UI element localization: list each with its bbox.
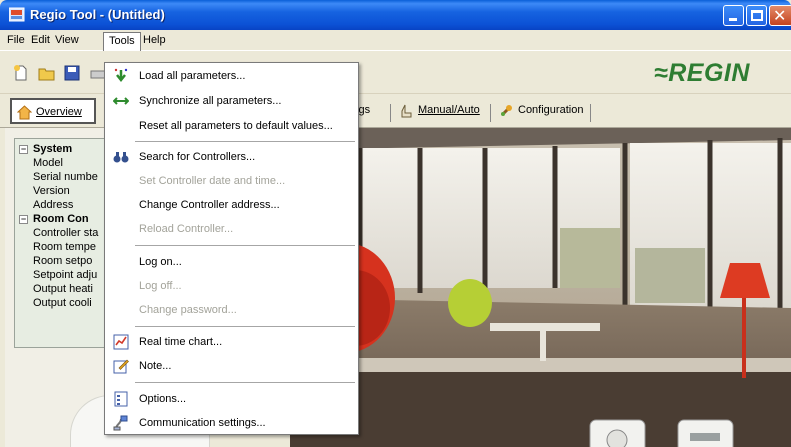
title-bar[interactable]: Regio Tool - (Untitled) ✕ bbox=[0, 0, 791, 30]
options-icon bbox=[114, 391, 128, 407]
tree-group-system[interactable]: − System bbox=[19, 142, 72, 156]
menu-separator bbox=[135, 382, 355, 383]
menu-help[interactable]: Help bbox=[138, 32, 171, 49]
interior-scene bbox=[290, 128, 791, 447]
tree-item-room-temperature[interactable]: Room tempe bbox=[33, 240, 96, 254]
communication-icon bbox=[113, 415, 128, 431]
new-icon[interactable] bbox=[12, 64, 30, 82]
tab-separator bbox=[390, 104, 391, 122]
minimize-button[interactable] bbox=[723, 5, 744, 26]
menu-separator bbox=[135, 326, 355, 327]
note-icon bbox=[113, 359, 129, 374]
menu-change-controller-address[interactable]: Change Controller address... bbox=[105, 194, 358, 216]
menu-note[interactable]: Note... bbox=[105, 355, 358, 377]
chart-icon bbox=[113, 334, 129, 350]
download-arrow-icon bbox=[114, 68, 128, 83]
minimize-icon bbox=[729, 18, 737, 21]
tree-item-setpoint-adjust[interactable]: Setpoint adju bbox=[33, 268, 97, 282]
menu-separator bbox=[135, 245, 355, 246]
home-icon bbox=[17, 105, 32, 120]
menu-view[interactable]: View bbox=[50, 32, 84, 49]
sync-arrows-icon bbox=[113, 97, 129, 105]
menu-reload-controller[interactable]: Reload Controller... bbox=[105, 218, 358, 240]
menu-options[interactable]: Options... bbox=[105, 388, 358, 410]
app-icon bbox=[9, 7, 25, 22]
hand-icon bbox=[401, 104, 412, 118]
tab-manual-auto[interactable]: Manual/Auto bbox=[394, 98, 490, 124]
menu-search-for-controllers[interactable]: Search for Controllers... bbox=[105, 146, 358, 168]
window-title: Regio Tool - (Untitled) bbox=[30, 7, 165, 22]
wrench-icon bbox=[500, 105, 512, 117]
menu-reset-all-parameters[interactable]: Reset all parameters to default values..… bbox=[105, 115, 358, 137]
tree-item-version[interactable]: Version bbox=[33, 184, 70, 198]
tree-group-room-control[interactable]: − Room Con bbox=[19, 212, 89, 226]
menu-real-time-chart[interactable]: Real time chart... bbox=[105, 331, 358, 353]
background-photo bbox=[290, 128, 791, 447]
open-icon[interactable] bbox=[38, 64, 56, 82]
tab-overview[interactable]: Overview bbox=[10, 98, 96, 124]
collapse-icon[interactable]: − bbox=[19, 215, 28, 224]
menu-load-all-parameters[interactable]: Load all parameters... bbox=[105, 65, 358, 87]
menu-tools[interactable]: Tools bbox=[103, 32, 141, 51]
menu-set-controller-date-time[interactable]: Set Controller date and time... bbox=[105, 170, 358, 192]
tree-item-controller-state[interactable]: Controller sta bbox=[33, 226, 98, 240]
tab-configuration[interactable]: Configuration bbox=[494, 98, 590, 124]
menu-bar: File Edit View Tools Help bbox=[0, 30, 791, 51]
tree-item-output-cooling[interactable]: Output cooli bbox=[33, 296, 92, 310]
tree-item-output-heating[interactable]: Output heati bbox=[33, 282, 93, 296]
collapse-icon[interactable]: − bbox=[19, 145, 28, 154]
menu-log-on[interactable]: Log on... bbox=[105, 251, 358, 273]
tab-separator bbox=[590, 104, 591, 122]
close-button[interactable]: ✕ bbox=[769, 5, 791, 26]
menu-change-password[interactable]: Change password... bbox=[105, 299, 358, 321]
save-icon[interactable] bbox=[63, 64, 81, 82]
regin-logo: ≈REGIN bbox=[654, 59, 750, 87]
maximize-icon bbox=[751, 10, 763, 21]
menu-log-off[interactable]: Log off... bbox=[105, 275, 358, 297]
menu-communication-settings[interactable]: Communication settings... bbox=[105, 412, 358, 434]
tools-menu: Load all parameters... Synchronize all p… bbox=[104, 62, 359, 435]
tree-item-address[interactable]: Address bbox=[33, 198, 73, 212]
binoculars-icon bbox=[113, 152, 129, 163]
close-icon: ✕ bbox=[773, 6, 787, 25]
menu-synchronize-all-parameters[interactable]: Synchronize all parameters... bbox=[105, 90, 358, 112]
menu-separator bbox=[135, 141, 355, 142]
tree-item-room-setpoint[interactable]: Room setpo bbox=[33, 254, 92, 268]
maximize-button[interactable] bbox=[746, 5, 767, 26]
tree-item-model[interactable]: Model bbox=[33, 156, 63, 170]
tab-separator bbox=[490, 104, 491, 122]
tree-item-serial-number[interactable]: Serial numbe bbox=[33, 170, 98, 184]
